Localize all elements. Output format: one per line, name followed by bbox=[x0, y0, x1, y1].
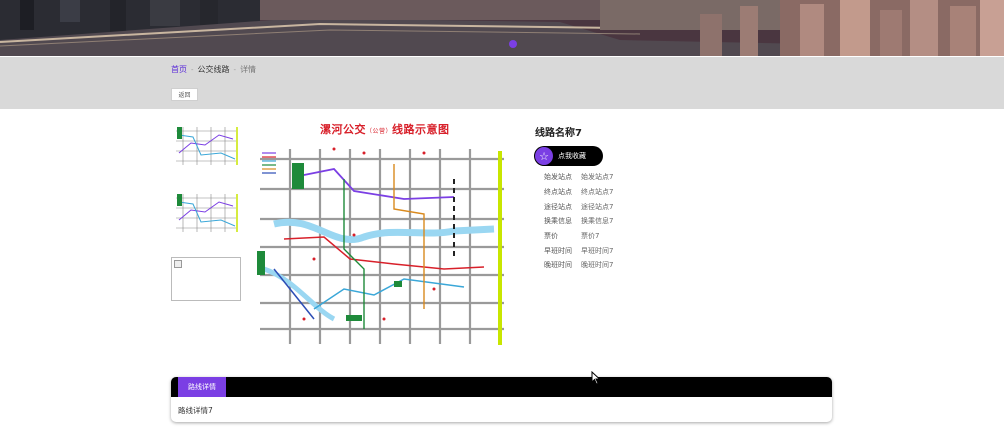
favorite-label: 点我收藏 bbox=[558, 152, 586, 160]
map-title: 漯河公交（公营）线路示意图 bbox=[320, 121, 450, 137]
info-row-transfer: 换乘信息 换乘信息7 bbox=[544, 214, 664, 229]
info-value: 换乘信息7 bbox=[581, 217, 614, 226]
info-row-fare: 票价 票价7 bbox=[544, 229, 664, 244]
tab-route-details[interactable]: 路线详情 bbox=[178, 377, 226, 397]
city-skyline-image bbox=[0, 0, 1004, 56]
info-value: 晚班时间7 bbox=[581, 261, 614, 270]
thumbnail-map-2[interactable] bbox=[171, 190, 241, 234]
info-row-last-bus: 晚班时间 晚班时间7 bbox=[544, 258, 664, 273]
info-key: 途径站点 bbox=[544, 202, 572, 211]
thumbnail-broken-image[interactable] bbox=[171, 257, 241, 301]
info-key: 终点站点 bbox=[544, 188, 572, 197]
route-map-image bbox=[254, 119, 516, 349]
station-block-left bbox=[292, 163, 304, 189]
favorite-button[interactable]: ☆ 点我收藏 bbox=[534, 146, 603, 166]
info-key: 始发站点 bbox=[544, 173, 572, 182]
info-row-first-bus: 早班时间 早班时间7 bbox=[544, 243, 664, 258]
info-value: 终点站点7 bbox=[581, 188, 614, 197]
info-value: 票价7 bbox=[581, 232, 600, 241]
map-title-left: 漯河公交 bbox=[320, 123, 366, 136]
carousel-indicator[interactable] bbox=[509, 40, 517, 48]
info-row-via: 途径站点 途径站点7 bbox=[544, 199, 664, 214]
info-key: 晚班时间 bbox=[544, 261, 572, 270]
details-panel: 路线详情 路线详情7 bbox=[171, 377, 832, 422]
hero-banner bbox=[0, 0, 1004, 56]
details-tab-bar bbox=[171, 377, 832, 397]
star-icon: ☆ bbox=[535, 147, 553, 165]
breadcrumb-home[interactable]: 首页 bbox=[171, 64, 187, 75]
info-row-start: 始发站点 始发站点7 bbox=[544, 170, 664, 185]
map-title-right: 线路示意图 bbox=[392, 123, 450, 136]
details-content: 路线详情7 bbox=[178, 406, 213, 415]
info-key: 票价 bbox=[544, 232, 558, 241]
back-button[interactable]: 返回 bbox=[171, 88, 198, 101]
info-key: 早班时间 bbox=[544, 246, 572, 255]
mouse-cursor-icon bbox=[591, 371, 601, 385]
info-value: 早班时间7 bbox=[581, 246, 614, 255]
info-key: 换乘信息 bbox=[544, 217, 572, 226]
route-name: 线路名称7 bbox=[535, 128, 582, 139]
breadcrumb-separator: - bbox=[233, 65, 237, 74]
broken-image-icon bbox=[174, 260, 182, 268]
breadcrumb-band bbox=[0, 57, 1004, 109]
breadcrumb-current: 详情 bbox=[240, 65, 257, 74]
route-info-list: 始发站点 始发站点7 终点站点 终点站点7 途径站点 途径站点7 换乘信息 换乘信息7 … bbox=[544, 170, 664, 273]
breadcrumb: 首页 - 公交线路 - 详情 bbox=[171, 64, 256, 75]
info-value: 途径站点7 bbox=[581, 202, 614, 211]
thumbnail-map-1[interactable] bbox=[171, 123, 241, 167]
breadcrumb-bus-lines[interactable]: 公交线路 bbox=[198, 64, 230, 75]
info-value: 始发站点7 bbox=[581, 173, 614, 182]
info-row-end: 终点站点 终点站点7 bbox=[544, 185, 664, 200]
breadcrumb-separator: - bbox=[191, 65, 194, 74]
map-title-paren: （公营） bbox=[366, 128, 393, 135]
